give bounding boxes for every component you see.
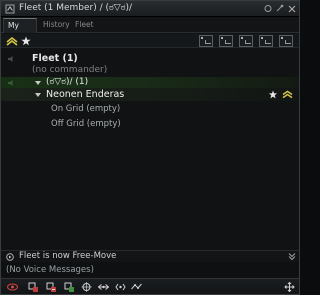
- fleet-toolbar: [1, 34, 299, 48]
- wing-row[interactable]: (ಠ▽ಠ)/ (1): [1, 77, 299, 88]
- fleet-commander: (no commander): [32, 65, 108, 75]
- collapse-icon[interactable]: [35, 81, 41, 85]
- voice-messages: (No Voice Messages): [1, 262, 299, 277]
- broadcast-warp-icon[interactable]: [64, 282, 75, 292]
- tab-fleet-finder[interactable]: Fleet Finder: [71, 18, 117, 43]
- fleet-tree: Fleet (1) (no commander) (ಠ▽ಠ)/ (1) Neon…: [1, 49, 299, 249]
- window-title: Fleet (1 Member) / (ಠ▽ಠ)/: [19, 3, 133, 13]
- off-grid-label: Off Grid (empty): [51, 119, 121, 129]
- off-grid-row: Off Grid (empty): [1, 119, 299, 131]
- star-icon[interactable]: [21, 36, 31, 46]
- squad-button-1[interactable]: [199, 35, 213, 47]
- broadcast-jump-icon[interactable]: [81, 282, 92, 292]
- squad-button-4[interactable]: [259, 35, 273, 47]
- speaker-icon[interactable]: [7, 79, 15, 87]
- broadcast-voice-icon[interactable]: [131, 282, 142, 292]
- on-grid-label: On Grid (empty): [51, 104, 121, 114]
- tab-history[interactable]: History: [39, 18, 70, 33]
- fleet-name: Fleet (1): [32, 53, 78, 64]
- pin-icon[interactable]: [275, 3, 285, 14]
- eye-icon[interactable]: [7, 282, 18, 292]
- tab-my-fleet[interactable]: My Fleet: [3, 18, 37, 44]
- wing-commander-icon: [282, 90, 293, 99]
- close-icon[interactable]: [287, 3, 297, 14]
- collapse-icon[interactable]: [35, 93, 41, 97]
- tab-label: History: [43, 20, 70, 29]
- squad-button-5[interactable]: [279, 35, 293, 47]
- info-icon: [6, 253, 14, 261]
- member-row[interactable]: Neonen Enderas: [1, 88, 299, 101]
- wing-chevron-icon[interactable]: [6, 36, 18, 46]
- broadcast-bar: [1, 278, 299, 294]
- broadcast-travel-icon[interactable]: [115, 282, 126, 292]
- on-grid-row: On Grid (empty): [1, 104, 299, 116]
- title-bar[interactable]: Fleet (1 Member) / (ಠ▽ಠ)/: [1, 1, 299, 17]
- broadcast-location-icon[interactable]: [98, 282, 109, 292]
- move-icon[interactable]: [284, 282, 295, 292]
- broadcast-target-icon[interactable]: [28, 282, 39, 292]
- fleet-commander-row: (no commander): [1, 65, 299, 77]
- squad-button-3[interactable]: [239, 35, 253, 47]
- fleet-icon: [5, 4, 15, 14]
- tab-strip: My Fleet History Fleet Finder: [1, 17, 299, 44]
- minimize-icon[interactable]: [263, 3, 273, 14]
- squad-button-2[interactable]: [219, 35, 233, 47]
- member-name: Neonen Enderas: [46, 89, 125, 100]
- voice-message: (No Voice Messages): [6, 265, 94, 275]
- speaker-icon[interactable]: [7, 55, 15, 63]
- star-icon: [268, 90, 278, 99]
- wing-name: (ಠ▽ಠ)/ (1): [46, 77, 89, 87]
- fleet-window: Fleet (1 Member) / (ಠ▽ಠ)/ My Fleet Histo…: [0, 0, 300, 295]
- fleet-row[interactable]: Fleet (1): [1, 52, 299, 65]
- status-bar: Fleet is now Free-Move: [1, 250, 299, 262]
- chevron-down-icon[interactable]: [288, 252, 296, 261]
- status-message: Fleet is now Free-Move: [19, 251, 117, 261]
- broadcast-align-icon[interactable]: [46, 282, 57, 292]
